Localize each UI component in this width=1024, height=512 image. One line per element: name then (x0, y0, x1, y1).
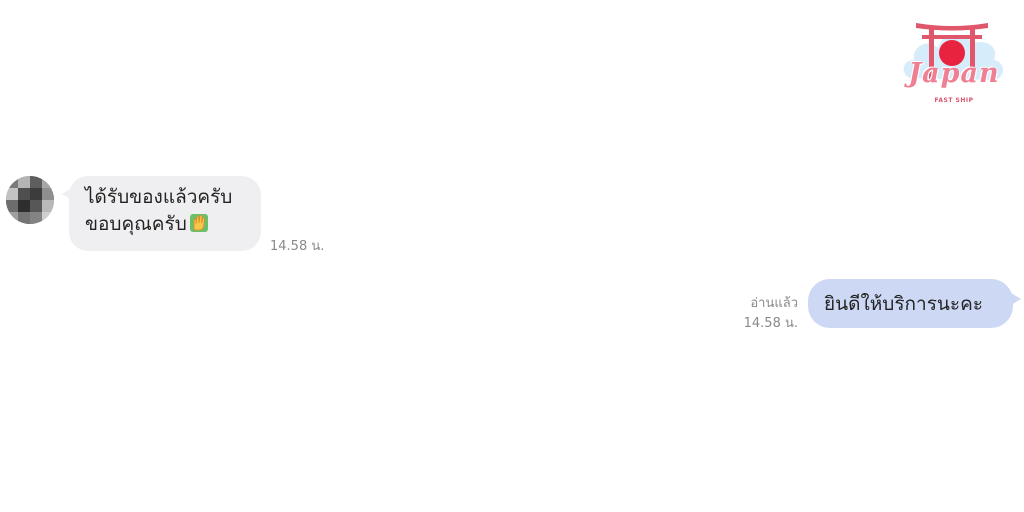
logo-wordmark: Japan (908, 58, 1000, 89)
chat-screen: Japan FAST SHIP ได้รับของแล้วครับ ขอบคุณ… (0, 0, 1024, 512)
incoming-message-text: ขอบคุณครับ (85, 213, 187, 235)
outgoing-message-bubble[interactable]: ยินดีให้บริการนะคะ (808, 279, 1021, 328)
logo-tagline: FAST SHIP (934, 97, 974, 104)
raised-hand-emoji-icon (189, 213, 209, 233)
incoming-message-bubble[interactable]: ได้รับของแล้วครับ ขอบคุณครับ (62, 176, 261, 251)
user-avatar-icon[interactable] (6, 176, 54, 224)
read-receipt: อ่านแล้ว (750, 296, 798, 311)
incoming-message-line: ได้รับของแล้วครับ (85, 186, 233, 208)
incoming-message-line: ขอบคุณครับ (85, 211, 249, 238)
outgoing-timestamp: 14.58 น. (743, 316, 798, 331)
pixelated-avatar-image (6, 176, 54, 224)
incoming-timestamp: 14.58 น. (270, 239, 325, 254)
outgoing-message-text: ยินดีให้บริการนะคะ (824, 292, 984, 315)
japan-fast-ship-logo: Japan FAST SHIP (896, 8, 1008, 112)
